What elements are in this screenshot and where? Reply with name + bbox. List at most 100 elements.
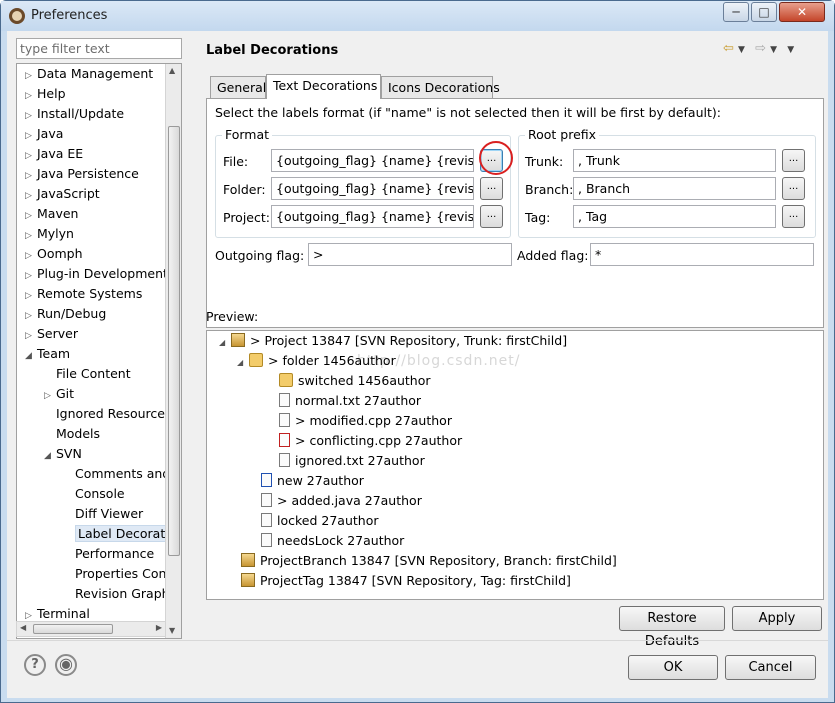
- sidebar-item[interactable]: ▷ Mylyn: [25, 224, 74, 244]
- help-icon[interactable]: ?: [24, 654, 46, 676]
- branch-prefix-input[interactable]: , Branch: [573, 177, 776, 200]
- expand-toggle-icon[interactable]: ◢: [44, 446, 56, 466]
- project-format-input[interactable]: {outgoing_flag} {name} {revision} [{loca…: [271, 205, 474, 228]
- expand-toggle-icon[interactable]: ◢: [219, 333, 231, 353]
- minimize-button[interactable]: ─: [723, 2, 749, 22]
- preview-item[interactable]: locked 27author: [249, 511, 378, 531]
- expand-toggle-icon[interactable]: ▷: [25, 206, 37, 226]
- sidebar-item[interactable]: Ignored Resources: [44, 404, 172, 424]
- tag-prefix-input[interactable]: , Tag: [573, 205, 776, 228]
- expand-toggle-icon[interactable]: ▷: [25, 226, 37, 246]
- sidebar-item[interactable]: ▷ JavaScript: [25, 184, 100, 204]
- added-flag-input[interactable]: *: [590, 243, 814, 266]
- sidebar-item[interactable]: ▷ Java: [25, 124, 63, 144]
- file-format-input[interactable]: {outgoing_flag} {name} {revision}{author…: [271, 149, 474, 172]
- maximize-button[interactable]: □: [751, 2, 777, 22]
- sidebar-item[interactable]: ◢ Team: [25, 344, 70, 364]
- folder-format-input[interactable]: {outgoing_flag} {name} {revision}{author…: [271, 177, 474, 200]
- apply-button[interactable]: Apply: [732, 606, 822, 631]
- preview-item[interactable]: ProjectBranch 13847 [SVN Repository, Bra…: [229, 551, 617, 571]
- branch-browse-button[interactable]: ...: [782, 177, 805, 200]
- sidebar-item[interactable]: ▷ Data Management: [25, 64, 153, 84]
- sidebar-item[interactable]: Properties Con: [63, 564, 166, 584]
- expand-toggle-icon[interactable]: ▷: [25, 166, 37, 186]
- tree-vertical-scrollbar[interactable]: ▲ ▼: [165, 64, 181, 638]
- scroll-left-icon[interactable]: ◀: [20, 623, 26, 632]
- sidebar-item[interactable]: Revision Graph: [63, 584, 170, 604]
- scroll-up-icon[interactable]: ▲: [169, 66, 175, 75]
- sidebar-item[interactable]: ▷ Java Persistence: [25, 164, 139, 184]
- expand-toggle-icon[interactable]: ▷: [44, 386, 56, 406]
- expand-toggle-icon[interactable]: ▷: [25, 66, 37, 86]
- expand-toggle-icon[interactable]: ▷: [25, 106, 37, 126]
- preview-item[interactable]: > modified.cpp 27author: [267, 411, 452, 431]
- forward-arrow-icon[interactable]: ⇨: [755, 41, 766, 56]
- scroll-thumb[interactable]: [168, 126, 180, 556]
- expand-toggle-icon[interactable]: ▷: [25, 126, 37, 146]
- title-bar[interactable]: Preferences ─ □ ✕: [1, 1, 834, 31]
- preview-item[interactable]: needsLock 27author: [249, 531, 404, 551]
- trunk-prefix-input[interactable]: , Trunk: [573, 149, 776, 172]
- expand-toggle-icon[interactable]: ◢: [237, 353, 249, 373]
- back-menu-icon[interactable]: ▼: [738, 45, 745, 55]
- preview-item[interactable]: ignored.txt 27author: [267, 451, 425, 471]
- preview-item[interactable]: new 27author: [249, 471, 364, 491]
- close-button[interactable]: ✕: [779, 2, 825, 22]
- preference-tree[interactable]: ▷ Terminal Revision Graph Properties Con Per…: [16, 63, 182, 639]
- sidebar-item[interactable]: ▷ Run/Debug: [25, 304, 106, 324]
- import-export-icon[interactable]: ◉: [55, 654, 77, 676]
- trunk-browse-button[interactable]: ...: [782, 149, 805, 172]
- cancel-button[interactable]: Cancel: [725, 655, 816, 680]
- tree-horizontal-scrollbar[interactable]: ◀ ▶: [16, 621, 166, 637]
- preview-tree[interactable]: http://blog.csdn.net/ ◢ > Project 13847 […: [206, 330, 824, 600]
- scroll-right-icon[interactable]: ▶: [156, 623, 162, 632]
- sidebar-item[interactable]: ▷ Install/Update: [25, 104, 124, 124]
- sidebar-item[interactable]: Diff Viewer: [63, 504, 143, 524]
- expand-toggle-icon[interactable]: ▷: [25, 246, 37, 266]
- expand-toggle-icon[interactable]: ▷: [25, 86, 37, 106]
- expand-toggle-icon[interactable]: ▷: [25, 306, 37, 326]
- sidebar-item[interactable]: ◢ SVN: [44, 444, 82, 464]
- ok-button[interactable]: OK: [628, 655, 718, 680]
- preview-item[interactable]: ◢ > Project 13847 [SVN Repository, Trunk:…: [219, 331, 567, 351]
- sidebar-item[interactable]: ▷ Oomph: [25, 244, 83, 264]
- project-browse-button[interactable]: ...: [480, 205, 503, 228]
- sidebar-item[interactable]: Console: [63, 484, 125, 504]
- expand-toggle-icon[interactable]: ▷: [25, 146, 37, 166]
- sidebar-item[interactable]: File Content: [44, 364, 131, 384]
- sidebar-item[interactable]: ▷ Remote Systems: [25, 284, 142, 304]
- sidebar-item[interactable]: Models: [44, 424, 100, 444]
- preview-item[interactable]: normal.txt 27author: [267, 391, 421, 411]
- sidebar-item[interactable]: Performance: [63, 544, 154, 564]
- sidebar-item[interactable]: ▷ Help: [25, 84, 66, 104]
- folder-browse-button[interactable]: ...: [480, 177, 503, 200]
- restore-defaults-button[interactable]: Restore Defaults: [619, 606, 725, 649]
- tab-general[interactable]: General: [210, 76, 266, 98]
- forward-menu-icon[interactable]: ▼: [770, 45, 777, 55]
- preview-item[interactable]: ◢ > folder 1456author: [237, 351, 396, 371]
- preview-item[interactable]: > added.java 27author: [249, 491, 422, 511]
- expand-toggle-icon[interactable]: ▷: [25, 186, 37, 206]
- sidebar-item[interactable]: ▷ Server: [25, 324, 78, 344]
- sidebar-item[interactable]: ▷ Plug-in Development: [25, 264, 168, 284]
- back-arrow-icon[interactable]: ⇦: [723, 41, 734, 56]
- expand-toggle-icon[interactable]: ▷: [25, 266, 37, 286]
- hscroll-thumb[interactable]: [33, 624, 113, 634]
- outgoing-flag-input[interactable]: >: [308, 243, 512, 266]
- sidebar-item[interactable]: ▷ Git: [44, 384, 74, 404]
- expand-toggle-icon[interactable]: ◢: [25, 346, 37, 366]
- preview-item[interactable]: switched 1456author: [267, 371, 431, 391]
- view-menu-icon[interactable]: ▼: [787, 45, 794, 55]
- expand-toggle-icon[interactable]: ▷: [25, 326, 37, 346]
- tab-icons-decorations[interactable]: Icons Decorations: [381, 76, 500, 98]
- preview-item[interactable]: ProjectTag 13847 [SVN Repository, Tag: f…: [229, 571, 571, 591]
- tag-browse-button[interactable]: ...: [782, 205, 805, 228]
- filter-input[interactable]: type filter text: [16, 38, 182, 59]
- expand-toggle-icon[interactable]: ▷: [25, 286, 37, 306]
- sidebar-item[interactable]: ▷ Java EE: [25, 144, 83, 164]
- preview-item[interactable]: > conflicting.cpp 27author: [267, 431, 462, 451]
- sidebar-item[interactable]: ▷ Maven: [25, 204, 78, 224]
- sidebar-item[interactable]: Comments and: [63, 464, 170, 484]
- scroll-down-icon[interactable]: ▼: [169, 626, 175, 635]
- tab-text-decorations[interactable]: Text Decorations: [266, 74, 381, 99]
